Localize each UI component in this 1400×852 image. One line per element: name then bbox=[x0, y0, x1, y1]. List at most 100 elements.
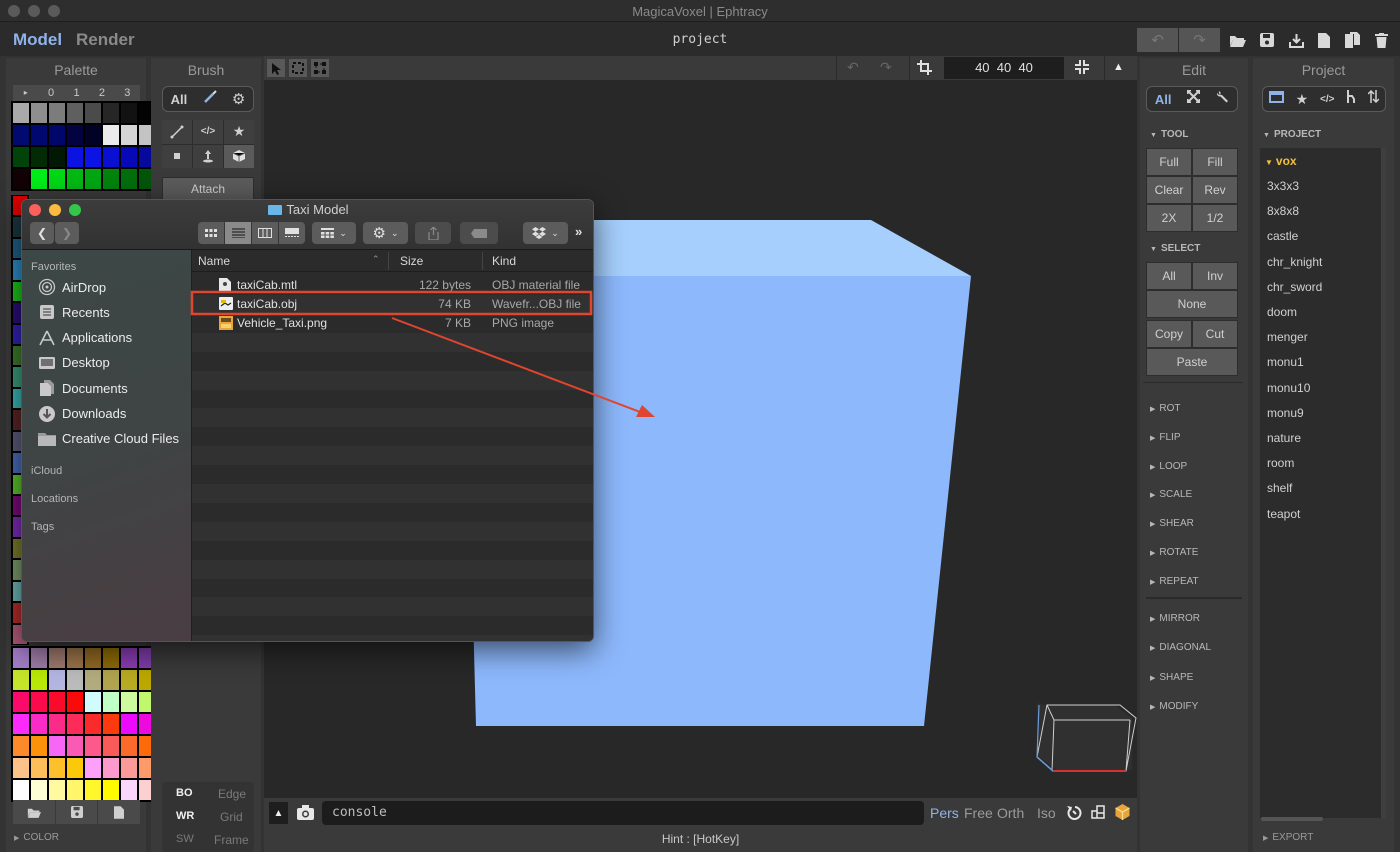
color-swatch[interactable] bbox=[49, 780, 65, 800]
select-section-header[interactable]: ▼ SELECT bbox=[1150, 243, 1200, 254]
project-item[interactable]: 3x3x3 bbox=[1267, 179, 1299, 193]
orientation-gizmo[interactable] bbox=[1036, 703, 1137, 772]
toggle-edge[interactable]: Edge bbox=[218, 787, 246, 801]
project-list-scrollbar[interactable] bbox=[1381, 148, 1386, 818]
project-section-header[interactable]: ▼ PROJECT bbox=[1263, 129, 1321, 140]
full-button[interactable]: Full bbox=[1146, 148, 1192, 176]
palette-save-button[interactable] bbox=[54, 800, 99, 824]
section-flip[interactable]: ▶ FLIP bbox=[1150, 432, 1181, 443]
sidebar-item-desktop[interactable]: Desktop bbox=[38, 355, 110, 371]
color-swatch[interactable] bbox=[31, 169, 47, 189]
finder-window[interactable]: Taxi Model ❮ ❯ ⌄ ⚙ ⌄ ⌄ » Favorites AirDro… bbox=[21, 199, 594, 642]
brush-tool-box[interactable] bbox=[224, 144, 254, 168]
color-swatch[interactable] bbox=[13, 780, 29, 800]
color-swatch[interactable] bbox=[13, 125, 29, 145]
toggle-bo[interactable]: BO bbox=[176, 787, 193, 799]
model-size-field[interactable]: 40 40 40 bbox=[944, 57, 1064, 79]
brush-tool-extrude[interactable] bbox=[193, 144, 223, 168]
transform-tool-button[interactable] bbox=[311, 59, 329, 77]
section-mirror[interactable]: ▶ MIRROR bbox=[1150, 613, 1200, 624]
dropbox-button[interactable]: ⌄ bbox=[523, 222, 568, 244]
duplicate-button[interactable] bbox=[1342, 28, 1362, 52]
rev-button[interactable]: Rev bbox=[1192, 176, 1238, 204]
color-swatch[interactable] bbox=[103, 692, 119, 712]
section-loop[interactable]: ▶ LOOP bbox=[1150, 461, 1187, 472]
brush-filter-all[interactable]: All bbox=[171, 92, 188, 107]
color-swatch[interactable] bbox=[103, 125, 119, 145]
sidebar-item-documents[interactable]: Documents bbox=[38, 380, 128, 397]
project-item[interactable]: nature bbox=[1267, 431, 1301, 445]
column-header-name[interactable]: Name bbox=[198, 254, 230, 268]
crop-button[interactable] bbox=[917, 60, 932, 80]
color-swatch[interactable] bbox=[67, 692, 83, 712]
camera-pers[interactable]: Pers bbox=[930, 805, 959, 821]
color-swatch[interactable] bbox=[67, 103, 83, 123]
color-section-toggle[interactable]: ▶ COLOR bbox=[14, 832, 59, 843]
color-swatch[interactable] bbox=[85, 780, 101, 800]
project-horizontal-scrollbar[interactable] bbox=[1261, 817, 1323, 821]
color-swatch[interactable] bbox=[13, 103, 29, 123]
delete-button[interactable] bbox=[1371, 28, 1391, 52]
color-swatch[interactable] bbox=[121, 103, 137, 123]
sidebar-item-applications[interactable]: Applications bbox=[38, 330, 132, 346]
palette-tab-2[interactable]: 2 bbox=[89, 85, 114, 101]
color-swatch[interactable] bbox=[13, 714, 29, 734]
sidebar-item-recents[interactable]: Recents bbox=[38, 304, 110, 320]
color-swatch[interactable] bbox=[103, 147, 119, 167]
locations-header[interactable]: Locations bbox=[31, 493, 78, 505]
project-item[interactable]: monu1 bbox=[1267, 355, 1304, 369]
color-swatch[interactable] bbox=[121, 648, 137, 668]
section-modify[interactable]: ▶ MODIFY bbox=[1150, 701, 1198, 712]
project-item[interactable]: chr_sword bbox=[1267, 280, 1322, 294]
color-swatch[interactable] bbox=[103, 780, 119, 800]
toggle-wr[interactable]: WR bbox=[176, 810, 194, 822]
palette-new-button[interactable] bbox=[98, 800, 140, 824]
color-swatch[interactable] bbox=[103, 736, 119, 756]
palette-open-button[interactable] bbox=[13, 800, 55, 824]
project-item[interactable]: monu9 bbox=[1267, 406, 1304, 420]
project-filter-sort[interactable] bbox=[1367, 89, 1380, 108]
color-swatch[interactable] bbox=[67, 670, 83, 690]
palette-tab-1[interactable]: 1 bbox=[64, 85, 89, 101]
select-invert-button[interactable]: Inv bbox=[1192, 262, 1238, 290]
fit-button[interactable] bbox=[1075, 60, 1089, 79]
color-swatch[interactable] bbox=[121, 758, 137, 778]
clear-button[interactable]: Clear bbox=[1146, 176, 1192, 204]
save-button[interactable] bbox=[1256, 28, 1278, 52]
color-swatch[interactable] bbox=[49, 147, 65, 167]
color-swatch[interactable] bbox=[85, 714, 101, 734]
action-button[interactable]: ⚙ ⌄ bbox=[363, 222, 408, 244]
color-swatch[interactable] bbox=[67, 125, 83, 145]
undo-button[interactable]: ↶ bbox=[1137, 28, 1178, 52]
color-swatch[interactable] bbox=[67, 758, 83, 778]
tags-header[interactable]: Tags bbox=[31, 521, 54, 533]
color-swatch[interactable] bbox=[121, 670, 137, 690]
select-all-button[interactable]: All bbox=[1146, 262, 1192, 290]
project-item[interactable]: room bbox=[1267, 456, 1294, 470]
project-item[interactable]: menger bbox=[1267, 330, 1308, 344]
color-swatch[interactable] bbox=[49, 692, 65, 712]
color-swatch[interactable] bbox=[103, 714, 119, 734]
project-filter-star[interactable]: ★ bbox=[1296, 91, 1309, 108]
column-header-size[interactable]: Size bbox=[400, 254, 423, 268]
toggle-frame[interactable]: Frame bbox=[214, 833, 249, 847]
toggle-sw[interactable]: SW bbox=[176, 833, 194, 845]
section-shape[interactable]: ▶ SHAPE bbox=[1150, 672, 1193, 683]
color-swatch[interactable] bbox=[13, 692, 29, 712]
section-rotate[interactable]: ▶ ROTATE bbox=[1150, 547, 1198, 558]
file-row[interactable]: taxiCab.obj 74 KB Wavefr...OBJ file bbox=[192, 294, 593, 314]
viewport-undo-button[interactable]: ↶ bbox=[847, 59, 859, 76]
color-swatch[interactable] bbox=[31, 692, 47, 712]
color-swatch[interactable] bbox=[103, 169, 119, 189]
color-swatch[interactable] bbox=[67, 736, 83, 756]
icloud-header[interactable]: iCloud bbox=[31, 465, 62, 477]
attach-button[interactable]: Attach bbox=[162, 177, 254, 201]
color-swatch[interactable] bbox=[121, 714, 137, 734]
reset-camera-button[interactable] bbox=[1067, 805, 1082, 825]
back-button[interactable]: ❮ bbox=[30, 222, 54, 244]
color-swatch[interactable] bbox=[103, 670, 119, 690]
color-swatch[interactable] bbox=[49, 103, 65, 123]
toolbar-overflow-button[interactable]: » bbox=[575, 224, 582, 239]
color-swatch[interactable] bbox=[49, 169, 65, 189]
color-swatch[interactable] bbox=[13, 758, 29, 778]
